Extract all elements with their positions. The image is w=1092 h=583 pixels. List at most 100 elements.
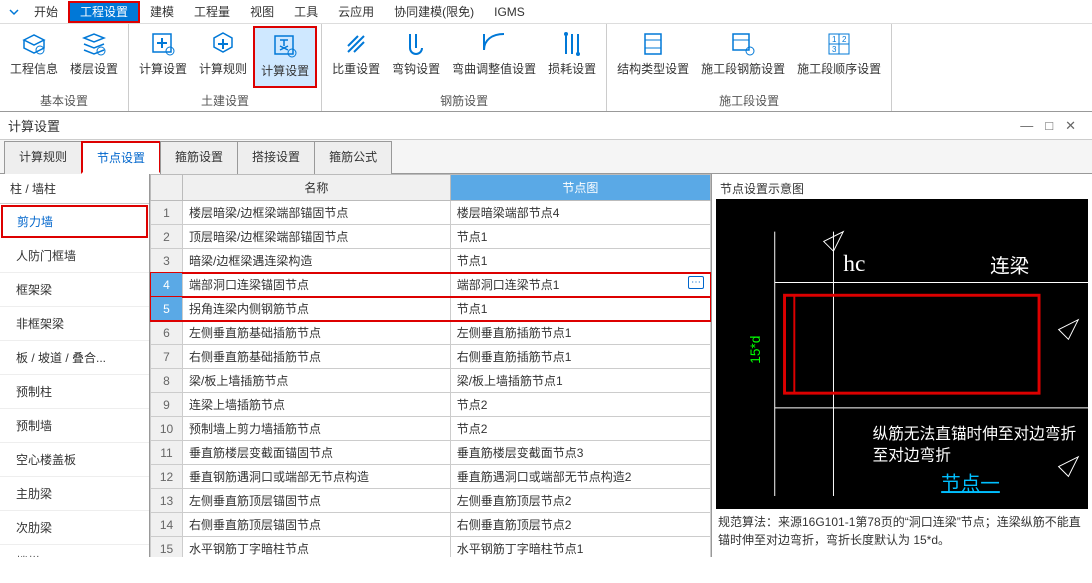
table-row[interactable]: 13左侧垂直筋顶层锚固节点左侧垂直筋顶层节点2 [151, 489, 711, 513]
sidebar-item-8[interactable]: 主肋梁 [0, 477, 149, 511]
table-row[interactable]: 12垂直钢筋遇洞口或端部无节点构造垂直筋遇洞口或端部无节点构造2 [151, 465, 711, 489]
sidebar-item-10[interactable]: 楼梯 [0, 545, 149, 557]
close-icon[interactable]: ✕ [1065, 118, 1076, 134]
ribbon-计算规则[interactable]: 计算规则 [193, 26, 253, 88]
ribbon-比重设置[interactable]: 比重设置 [326, 26, 386, 88]
sidebar-item-4[interactable]: 板 / 坡道 / 叠合... [0, 341, 149, 375]
tab-节点设置[interactable]: 节点设置 [81, 141, 161, 174]
menu-IGMS[interactable]: IGMS [484, 3, 535, 21]
name-cell[interactable]: 垂直钢筋遇洞口或端部无节点构造 [183, 465, 451, 489]
node-cell[interactable]: 左侧垂直筋顶层节点2 [450, 489, 710, 513]
sidebar-item-2[interactable]: 框架梁 [0, 273, 149, 307]
ribbon-弯曲调整值设置[interactable]: 弯曲调整值设置 [446, 26, 542, 88]
name-cell[interactable]: 梁/板上墙插筋节点 [183, 369, 451, 393]
menu-视图[interactable]: 视图 [240, 3, 284, 21]
table-row[interactable]: 10预制墙上剪力墙插筋节点节点2 [151, 417, 711, 441]
ribbon-损耗设置[interactable]: 损耗设置 [542, 26, 602, 88]
ribbon-楼层设置[interactable]: 楼层设置 [64, 26, 124, 88]
name-cell[interactable]: 垂直筋楼层变截面锚固节点 [183, 441, 451, 465]
app-dropdown-icon[interactable] [4, 2, 24, 22]
node-cell[interactable]: 节点2 [450, 417, 710, 441]
node-cell[interactable]: 右侧垂直筋顶层节点2 [450, 513, 710, 537]
menu-工具[interactable]: 工具 [284, 3, 328, 21]
cube-gear-icon [20, 30, 48, 58]
name-cell[interactable]: 暗梁/边框梁遇连梁构造 [183, 249, 451, 273]
rownum-cell: 14 [151, 513, 183, 537]
table-row[interactable]: 4端部洞口连梁锚固节点端部洞口连梁节点1⋯ [151, 273, 711, 297]
tab-搭接设置[interactable]: 搭接设置 [237, 141, 315, 174]
sidebar-item-1[interactable]: 人防门框墙 [0, 239, 149, 273]
sidebar-item-7[interactable]: 空心楼盖板 [0, 443, 149, 477]
ribbon-施工段顺序设置[interactable]: 123施工段顺序设置 [791, 26, 887, 88]
node-cell[interactable]: 左侧垂直筋插筋节点1 [450, 321, 710, 345]
menu-云应用[interactable]: 云应用 [328, 3, 384, 21]
ribbon-工程信息[interactable]: 工程信息 [4, 26, 64, 88]
name-cell[interactable]: 预制墙上剪力墙插筋节点 [183, 417, 451, 441]
menu-开始[interactable]: 开始 [24, 3, 68, 21]
ribbon-group-基本设置: 基本设置 [0, 90, 128, 111]
table-row[interactable]: 11垂直筋楼层变截面锚固节点垂直筋楼层变截面节点3 [151, 441, 711, 465]
tab-箍筋公式[interactable]: 箍筋公式 [314, 141, 392, 174]
rownum-header [151, 175, 183, 201]
sidebar-item-6[interactable]: 预制墙 [0, 409, 149, 443]
name-cell[interactable]: 端部洞口连梁锚固节点 [183, 273, 451, 297]
table-row[interactable]: 5拐角连梁内侧钢筋节点节点1 [151, 297, 711, 321]
table-row[interactable]: 9连梁上墙插筋节点节点2 [151, 393, 711, 417]
name-cell[interactable]: 右侧垂直筋顶层锚固节点 [183, 513, 451, 537]
name-cell[interactable]: 楼层暗梁/边框梁端部锚固节点 [183, 201, 451, 225]
maximize-icon[interactable]: □ [1045, 118, 1053, 134]
name-cell[interactable]: 连梁上墙插筋节点 [183, 393, 451, 417]
sidebar-item-0[interactable]: 剪力墙 [1, 205, 148, 238]
minimize-icon[interactable]: — [1020, 118, 1033, 134]
table-row[interactable]: 7右侧垂直筋基础插筋节点右侧垂直筋插筋节点1 [151, 345, 711, 369]
name-cell[interactable]: 右侧垂直筋基础插筋节点 [183, 345, 451, 369]
more-button[interactable]: ⋯ [688, 276, 704, 289]
sidebar-item-3[interactable]: 非框架梁 [0, 307, 149, 341]
node-cell[interactable]: 垂直筋遇洞口或端部无节点构造2 [450, 465, 710, 489]
frame-gear-icon [729, 30, 757, 58]
plus-x-icon [271, 32, 299, 60]
name-cell[interactable]: 拐角连梁内侧钢筋节点 [183, 297, 451, 321]
name-cell[interactable]: 顶层暗梁/边框梁端部锚固节点 [183, 225, 451, 249]
node-cell[interactable]: 水平钢筋丁字暗柱节点1 [450, 537, 710, 558]
table-row[interactable]: 3暗梁/边框梁遇连梁构造节点1 [151, 249, 711, 273]
node-cell[interactable]: 端部洞口连梁节点1⋯ [450, 273, 710, 297]
node-cell[interactable]: 节点1 [450, 249, 710, 273]
menu-建模[interactable]: 建模 [140, 3, 184, 21]
ribbon-group-土建设置: 土建设置 [129, 90, 321, 111]
ribbon-弯钩设置[interactable]: 弯钩设置 [386, 26, 446, 88]
table-row[interactable]: 6左侧垂直筋基础插筋节点左侧垂直筋插筋节点1 [151, 321, 711, 345]
rownum-cell: 11 [151, 441, 183, 465]
table-row[interactable]: 2顶层暗梁/边框梁端部锚固节点节点1 [151, 225, 711, 249]
table-row[interactable]: 8梁/板上墙插筋节点梁/板上墙插筋节点1 [151, 369, 711, 393]
sidebar-item-9[interactable]: 次肋梁 [0, 511, 149, 545]
node-cell[interactable]: 节点1 [450, 297, 710, 321]
ribbon-结构类型设置[interactable]: 结构类型设置 [611, 26, 695, 88]
ribbon-group-施工段设置: 施工段设置 [607, 90, 891, 111]
node-cell[interactable]: 节点1 [450, 225, 710, 249]
node-cell[interactable]: 梁/板上墙插筋节点1 [450, 369, 710, 393]
node-cell[interactable]: 节点2 [450, 393, 710, 417]
menu-协同建模(限免)[interactable]: 协同建模(限免) [384, 3, 484, 21]
rownum-cell: 3 [151, 249, 183, 273]
rownum-cell: 9 [151, 393, 183, 417]
table-row[interactable]: 15水平钢筋丁字暗柱节点水平钢筋丁字暗柱节点1 [151, 537, 711, 558]
ribbon-计算设置[interactable]: 计算设置 [253, 26, 317, 88]
ribbon-计算设置[interactable]: 计算设置 [133, 26, 193, 88]
table-row[interactable]: 14右侧垂直筋顶层锚固节点右侧垂直筋顶层节点2 [151, 513, 711, 537]
node-cell[interactable]: 右侧垂直筋插筋节点1 [450, 345, 710, 369]
menu-工程量[interactable]: 工程量 [184, 3, 240, 21]
menu-工程设置[interactable]: 工程设置 [68, 1, 140, 23]
name-cell[interactable]: 左侧垂直筋基础插筋节点 [183, 321, 451, 345]
table-row[interactable]: 1楼层暗梁/边框梁端部锚固节点楼层暗梁端部节点4 [151, 201, 711, 225]
rownum-cell: 5 [151, 297, 183, 321]
name-cell[interactable]: 左侧垂直筋顶层锚固节点 [183, 489, 451, 513]
sidebar-item-5[interactable]: 预制柱 [0, 375, 149, 409]
name-cell[interactable]: 水平钢筋丁字暗柱节点 [183, 537, 451, 558]
tab-箍筋设置[interactable]: 箍筋设置 [160, 141, 238, 174]
svg-text:1: 1 [832, 35, 837, 44]
node-cell[interactable]: 垂直筋楼层变截面节点3 [450, 441, 710, 465]
ribbon-施工段钢筋设置[interactable]: 施工段钢筋设置 [695, 26, 791, 88]
tab-计算规则[interactable]: 计算规则 [4, 141, 82, 174]
node-cell[interactable]: 楼层暗梁端部节点4 [450, 201, 710, 225]
